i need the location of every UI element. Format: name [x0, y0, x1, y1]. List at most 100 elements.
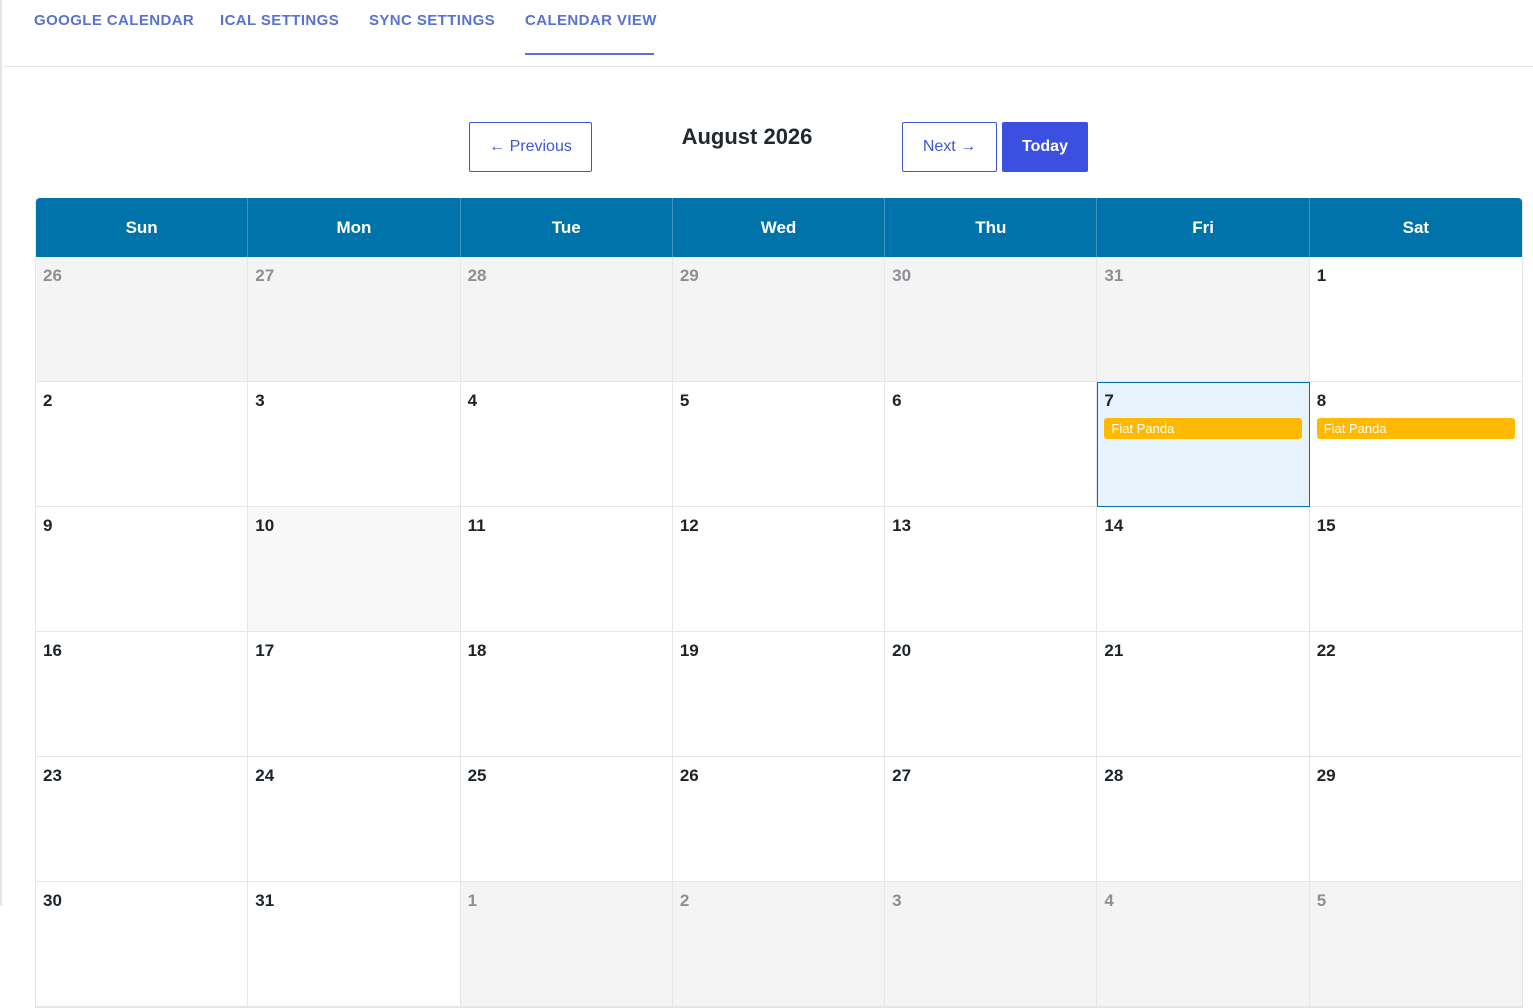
calendar-day-cell[interactable]: 1: [1309, 257, 1522, 382]
day-number: 4: [1104, 891, 1114, 910]
weekday-label: Thu: [885, 198, 1098, 257]
weekday-label: Wed: [673, 198, 886, 257]
day-number: 20: [892, 641, 912, 660]
calendar-day-cell[interactable]: 1: [460, 882, 673, 1007]
calendar-day-cell[interactable]: 19: [672, 632, 886, 757]
calendar-grid: 26 27 28 29 30 31 1 2 3 4 5 6 7 Fiat Panda 8 Fiat Panda…: [36, 257, 1522, 1007]
day-number: 29: [679, 266, 699, 285]
calendar-day-cell[interactable]: 18: [460, 632, 673, 757]
calendar-day-cell[interactable]: 4: [1097, 882, 1310, 1007]
day-number: 4: [467, 391, 478, 410]
day-number: 6: [892, 391, 902, 410]
calendar-day-cell[interactable]: 31: [248, 882, 461, 1007]
day-number: 21: [1104, 641, 1124, 660]
calendar-day-cell[interactable]: 26: [672, 757, 886, 882]
day-number: 1: [1316, 266, 1327, 285]
tab-sync-settings[interactable]: SYNC SETTINGS: [369, 12, 495, 55]
calendar-day-cell[interactable]: 31: [1097, 257, 1310, 382]
calendar-day-cell[interactable]: 8 Fiat Panda: [1309, 382, 1522, 507]
calendar-day-cell[interactable]: 28: [460, 257, 673, 382]
day-number: 29: [1316, 766, 1336, 785]
day-number: 22: [1316, 641, 1336, 660]
booking-event[interactable]: Fiat Panda: [1316, 418, 1515, 439]
calendar-day-cell[interactable]: 5: [1309, 882, 1522, 1007]
calendar-day-cell[interactable]: 2: [672, 882, 886, 1007]
calendar-day-cell[interactable]: 11: [460, 507, 673, 632]
calendar-day-cell[interactable]: 21: [1097, 632, 1310, 757]
calendar-day-cell[interactable]: 6: [885, 382, 1098, 507]
day-number: 5: [679, 391, 690, 410]
calendar-day-cell[interactable]: 27: [248, 257, 461, 382]
weekday-label: Sun: [36, 198, 249, 257]
calendar-day-cell[interactable]: 22: [1309, 632, 1522, 757]
month-title: August 2026: [681, 124, 813, 149]
day-number: 28: [1104, 766, 1124, 785]
calendar-day-cell[interactable]: 30: [36, 882, 249, 1007]
calendar-day-cell[interactable]: 2: [36, 382, 249, 507]
calendar-day-cell[interactable]: 27: [885, 757, 1098, 882]
calendar-day-cell[interactable]: 16: [36, 632, 249, 757]
calendar-day-cell[interactable]: 25: [460, 757, 673, 882]
day-number: 25: [467, 766, 487, 785]
calendar-day-cell[interactable]: 26: [36, 257, 249, 382]
calendar-day-cell[interactable]: 10: [248, 507, 461, 632]
day-number: 8: [1316, 391, 1327, 410]
day-number: 11: [467, 516, 486, 535]
day-number: 26: [679, 766, 699, 785]
calendar-day-cell[interactable]: 3: [885, 882, 1098, 1007]
tab-google-calendar[interactable]: GOOGLE CALENDAR: [34, 12, 194, 55]
booking-event[interactable]: Fiat Panda: [1104, 418, 1302, 439]
calendar-day-cell[interactable]: 29: [672, 257, 886, 382]
day-number: 24: [255, 766, 275, 785]
calendar-day-cell[interactable]: 17: [248, 632, 461, 757]
day-number: 5: [1316, 891, 1327, 910]
day-number: 30: [43, 891, 62, 910]
weekday-label: Fri: [1097, 198, 1310, 257]
day-number: 18: [467, 641, 487, 660]
next-month-button[interactable]: Next →: [902, 122, 997, 172]
today-button[interactable]: Today: [1002, 122, 1088, 172]
calendar-day-cell[interactable]: 14: [1097, 507, 1310, 632]
calendar-day-cell[interactable]: 3: [248, 382, 461, 507]
day-number: 2: [679, 891, 690, 910]
day-number: 19: [679, 641, 699, 660]
settings-tabs: GOOGLE CALENDAR ICAL SETTINGS SYNC SETTI…: [4, 0, 1533, 67]
day-number: 23: [43, 766, 62, 785]
calendar-day-cell[interactable]: 15: [1309, 507, 1522, 632]
calendar-day-cell[interactable]: 29: [1309, 757, 1522, 882]
calendar-day-cell[interactable]: 30: [885, 257, 1098, 382]
weekday-label: Sat: [1402, 217, 1430, 237]
day-number: 9: [43, 516, 53, 535]
calendar-day-cell[interactable]: 9: [36, 507, 249, 632]
calendar-day-cell[interactable]: 4: [460, 382, 673, 507]
day-number: 31: [255, 891, 275, 910]
day-number: 1: [467, 891, 478, 910]
weekday-header: Sun Mon Tue Wed Thu Fri Sat: [36, 198, 1522, 257]
day-number: 3: [255, 391, 265, 410]
day-number: 17: [255, 641, 275, 660]
day-number: 14: [1104, 516, 1124, 535]
calendar-day-cell[interactable]: 12: [672, 507, 886, 632]
calendar-day-cell-today[interactable]: 7 Fiat Panda: [1097, 382, 1310, 507]
calendar-day-cell[interactable]: 24: [248, 757, 461, 882]
tab-ical-settings[interactable]: ICAL SETTINGS: [220, 12, 339, 55]
previous-month-button[interactable]: ← Previous: [469, 122, 592, 172]
day-number: 13: [892, 516, 912, 535]
calendar-day-cell[interactable]: 5: [672, 382, 886, 507]
weekday-label: Tue: [461, 198, 673, 257]
calendar-settings-panel: GOOGLE CALENDAR ICAL SETTINGS SYNC SETTI…: [0, 0, 1533, 1008]
day-number: 2: [43, 391, 53, 410]
tab-calendar-view[interactable]: CALENDAR VIEW: [525, 12, 656, 55]
day-number: 7: [1104, 391, 1114, 410]
calendar-day-cell[interactable]: 28: [1097, 757, 1310, 882]
weekday-label: Mon: [248, 198, 461, 257]
day-number: 26: [43, 266, 62, 285]
day-number: 28: [467, 266, 487, 285]
day-number: 16: [43, 641, 62, 660]
calendar-day-cell[interactable]: 20: [885, 632, 1098, 757]
day-number: 3: [892, 891, 902, 910]
calendar-day-cell[interactable]: 23: [36, 757, 249, 882]
day-number: 15: [1316, 516, 1336, 535]
calendar-day-cell[interactable]: 13: [885, 507, 1098, 632]
day-number: 30: [892, 266, 912, 285]
